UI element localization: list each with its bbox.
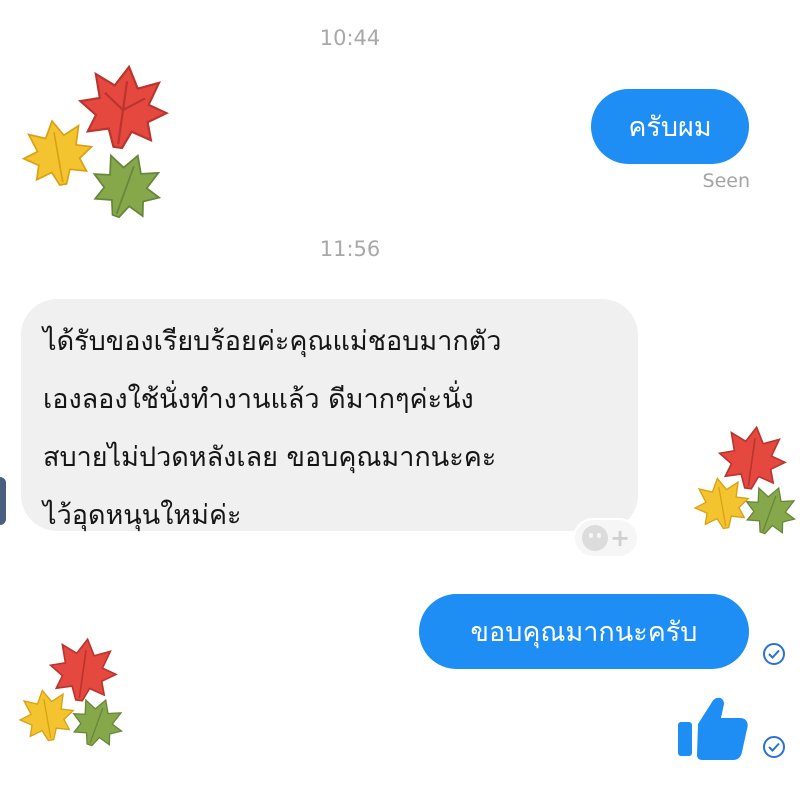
autumn-leaves-icon (15, 633, 131, 755)
thumbs-up-icon[interactable] (676, 690, 750, 766)
message-line: ได้รับของเรียบร้อยค่ะคุณแม่ชอบมากตัว (43, 326, 502, 357)
timestamp: 11:56 (319, 237, 381, 261)
autumn-leaves-icon (18, 60, 174, 229)
outgoing-message-bubble[interactable]: ครับผม (591, 89, 749, 164)
seen-status: Seen (702, 170, 750, 192)
add-reaction-button[interactable]: + (573, 518, 639, 558)
plus-icon: + (609, 524, 631, 552)
add-reaction-icon (581, 525, 608, 551)
timestamp: 10:44 (319, 26, 381, 50)
message-line: เองลองใช้นั่งทำงานแล้ว ดีมากๆค่ะนั่ง (43, 384, 474, 415)
outgoing-message-bubble[interactable]: ขอบคุณมากนะครับ (419, 594, 749, 669)
autumn-leaves-icon (690, 421, 800, 543)
avatar[interactable] (0, 477, 6, 525)
incoming-message-bubble[interactable]: ได้รับของเรียบร้อยค่ะคุณแม่ชอบมากตัว เอง… (21, 299, 638, 531)
message-line: ไว้อุดหนุนใหม่ค่ะ (43, 500, 242, 531)
delivered-check-icon (763, 736, 785, 758)
delivered-check-icon (763, 643, 785, 665)
message-line: สบายไม่ปวดหลังเลย ขอบคุณมากนะคะ (43, 442, 497, 473)
